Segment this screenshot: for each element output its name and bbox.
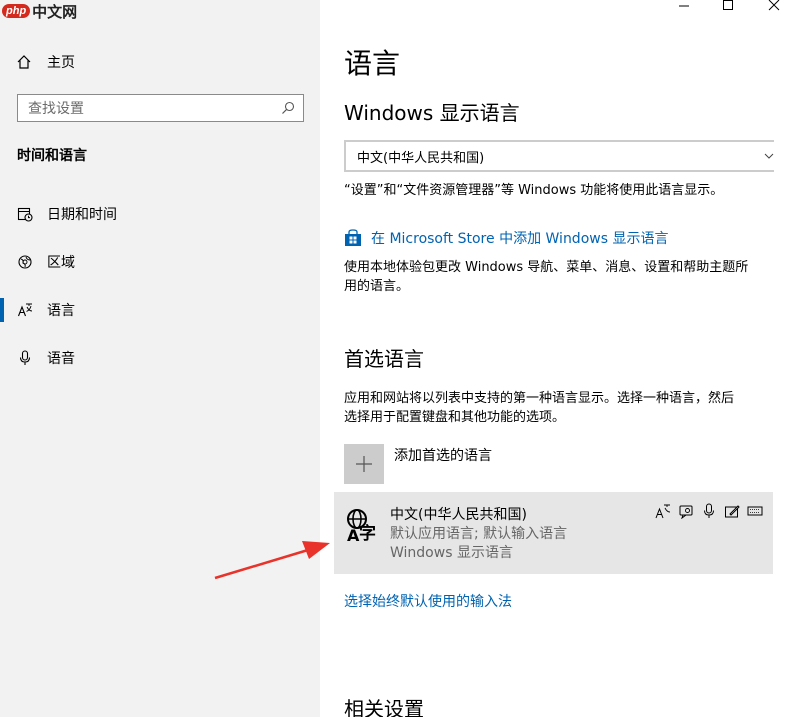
display-language-description: “设置”和“文件资源管理器”等 Windows 功能将使用此语言显示。 <box>344 183 724 198</box>
close-button[interactable] <box>764 0 784 12</box>
language-capabilities <box>655 503 763 519</box>
sidebar-home[interactable]: 主页 <box>16 50 75 74</box>
sidebar-item-label: 语言 <box>47 303 75 319</box>
minimize-button[interactable] <box>674 0 694 12</box>
chevron-down-icon <box>764 150 774 165</box>
calendar-clock-icon <box>16 205 34 223</box>
watermark: php 中文网 <box>0 0 77 22</box>
watermark-text: 中文网 <box>32 2 78 21</box>
close-icon <box>768 0 780 11</box>
language-subtitle-2: Windows 显示语言 <box>390 545 513 561</box>
related-settings-heading: 相关设置 <box>344 697 424 717</box>
sidebar-item-label: 区域 <box>47 255 75 271</box>
language-subtitle-1: 默认应用语言; 默认输入语言 <box>390 526 568 542</box>
store-description-line1: 使用本地体验包更改 Windows 导航、菜单、消息、设置和帮助主题所 <box>344 260 749 275</box>
maximize-button[interactable] <box>718 0 738 12</box>
minimize-icon <box>679 5 689 7</box>
sidebar-item-label: 日期和时间 <box>47 207 117 223</box>
sidebar-section-title: 时间和语言 <box>17 148 87 164</box>
preferred-language-heading: 首选语言 <box>344 347 424 371</box>
display-language-value: 中文(中华人民共和国) <box>357 150 485 166</box>
language-icon <box>16 301 34 319</box>
sidebar-item-language[interactable]: 语言 <box>0 294 320 326</box>
store-link-label: 在 Microsoft Store 中添加 Windows 显示语言 <box>371 231 669 247</box>
handwriting-capability-icon <box>724 503 740 519</box>
sidebar-item-label: 语音 <box>47 351 75 367</box>
add-icon-box <box>344 444 384 484</box>
preferred-description-line2: 选择用于配置键盘和其他功能的选项。 <box>344 410 566 425</box>
search-icon <box>282 101 295 114</box>
display-language-capability-icon <box>655 503 671 519</box>
display-language-heading: Windows 显示语言 <box>344 101 520 125</box>
sidebar-item-region[interactable]: 区域 <box>0 246 320 278</box>
keyboard-capability-icon <box>747 503 763 519</box>
search-input[interactable]: 查找设置 <box>17 94 304 122</box>
store-link[interactable]: 在 Microsoft Store 中添加 Windows 显示语言 <box>344 228 668 248</box>
globe-region-icon <box>16 253 34 271</box>
language-name: 中文(中华人民共和国) <box>390 507 527 523</box>
display-language-select[interactable]: 中文(中华人民共和国) <box>344 140 774 172</box>
active-indicator <box>0 298 4 322</box>
sidebar-home-label: 主页 <box>47 55 75 71</box>
microphone-icon <box>16 349 34 367</box>
language-list-item[interactable]: A 字 中文(中华人民共和国) 默认应用语言; 默认输入语言 Windows 显… <box>334 492 773 574</box>
sidebar: php 中文网 主页 查找设置 时间和语言 日期和时间 区域 语言 语音 <box>0 0 320 717</box>
sidebar-item-speech[interactable]: 语音 <box>0 342 320 374</box>
speech-capability-icon <box>678 503 694 519</box>
svg-text:字: 字 <box>359 523 376 542</box>
sidebar-item-date-time[interactable]: 日期和时间 <box>0 198 320 230</box>
watermark-badge: php <box>2 4 31 18</box>
search-placeholder: 查找设置 <box>28 101 84 117</box>
microphone-capability-icon <box>701 503 717 519</box>
add-language-button[interactable]: 添加首选的语言 <box>344 444 492 484</box>
maximize-icon <box>723 0 733 10</box>
preferred-description-line1: 应用和网站将以列表中支持的第一种语言显示。选择一种语言，然后 <box>344 391 735 406</box>
language-globe-icon: A 字 <box>347 509 376 542</box>
input-method-link[interactable]: 选择始终默认使用的输入法 <box>344 591 512 611</box>
plus-icon <box>356 456 372 472</box>
page-title: 语言 <box>344 47 401 80</box>
add-language-label: 添加首选的语言 <box>394 448 492 464</box>
store-icon <box>345 229 361 246</box>
home-icon <box>17 55 31 69</box>
store-description-line2: 用的语言。 <box>344 279 410 294</box>
